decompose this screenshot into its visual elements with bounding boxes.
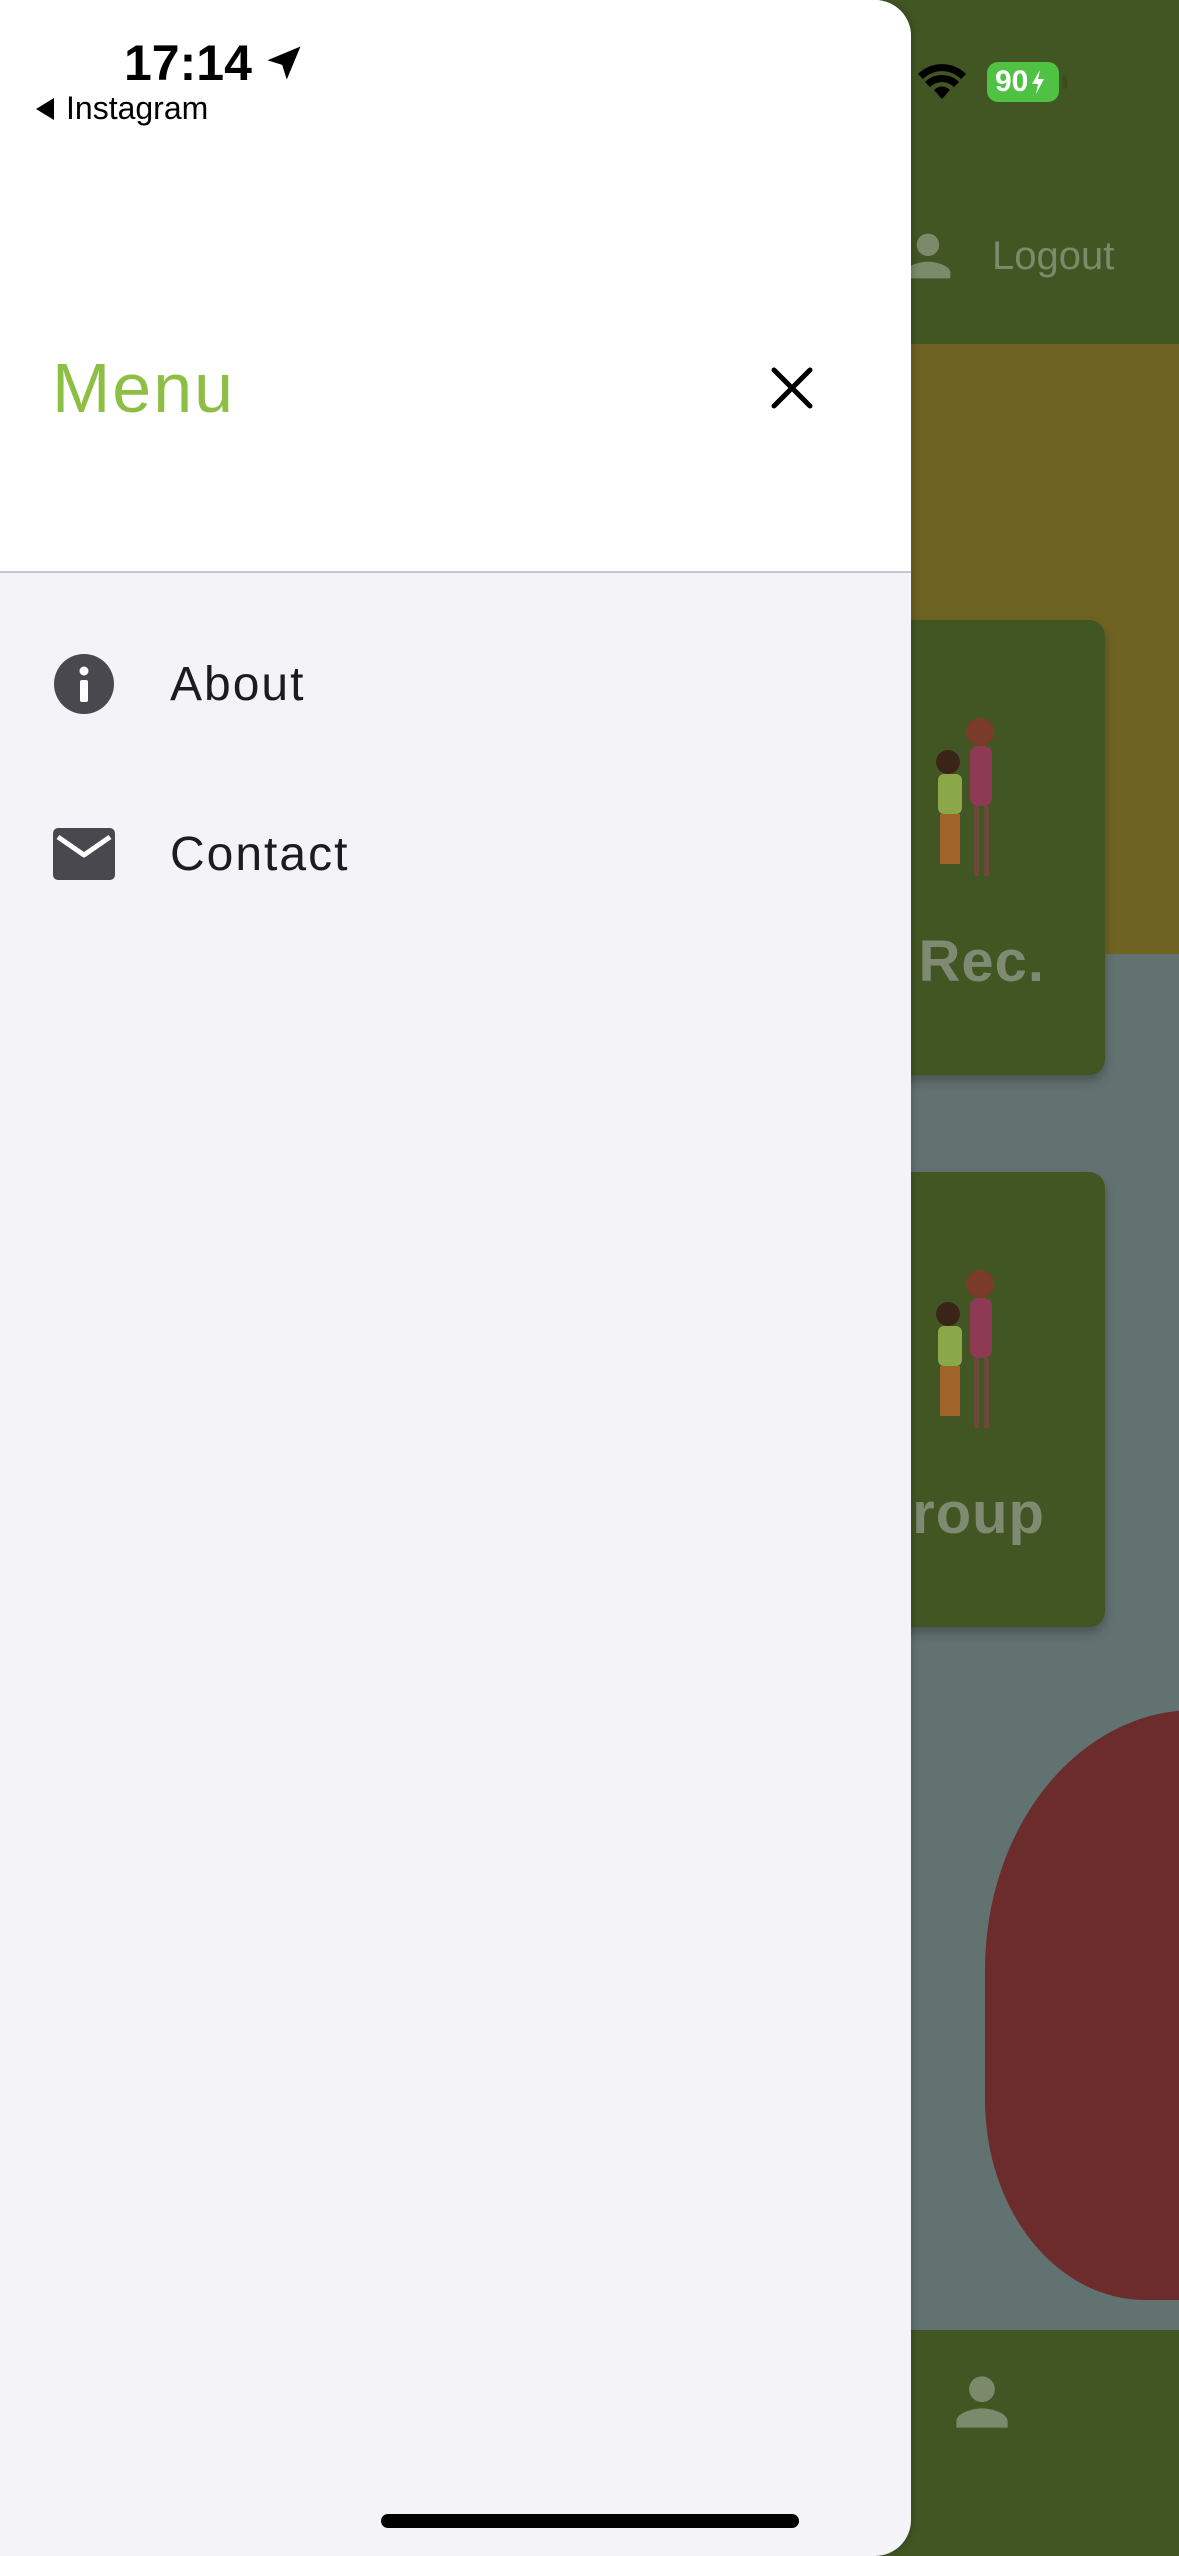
logout-label: Logout — [992, 233, 1115, 278]
back-triangle-icon — [36, 97, 54, 120]
mail-icon — [52, 822, 116, 886]
menu-item-label: Contact — [170, 827, 350, 881]
close-icon — [771, 367, 813, 409]
battery-icon: 90 — [987, 62, 1067, 102]
logout-button[interactable]: Logout — [900, 228, 1114, 284]
profile-icon[interactable] — [950, 2370, 1014, 2434]
info-icon — [52, 652, 116, 716]
location-arrow-icon — [267, 46, 301, 80]
wifi-icon — [918, 64, 966, 99]
family-illustration — [936, 1270, 994, 1428]
drawer-header: 17:14 Instagram Menu — [0, 0, 911, 573]
menu-item-contact[interactable]: Contact — [0, 794, 911, 914]
home-indicator[interactable] — [381, 2514, 799, 2528]
menu-item-label: About — [170, 657, 306, 711]
back-app-label: Instagram — [66, 90, 209, 126]
battery-level: 90 — [995, 65, 1029, 98]
family-illustration — [936, 718, 994, 876]
side-drawer: 17:14 Instagram Menu About Contact — [0, 0, 911, 2556]
status-time: 17:14 — [124, 34, 306, 92]
decorative-blob-red — [985, 1710, 1179, 2300]
close-button[interactable] — [762, 358, 822, 418]
drawer-title: Menu — [52, 349, 236, 427]
menu-item-about[interactable]: About — [0, 624, 911, 744]
back-to-app-link[interactable]: Instagram — [36, 90, 208, 127]
